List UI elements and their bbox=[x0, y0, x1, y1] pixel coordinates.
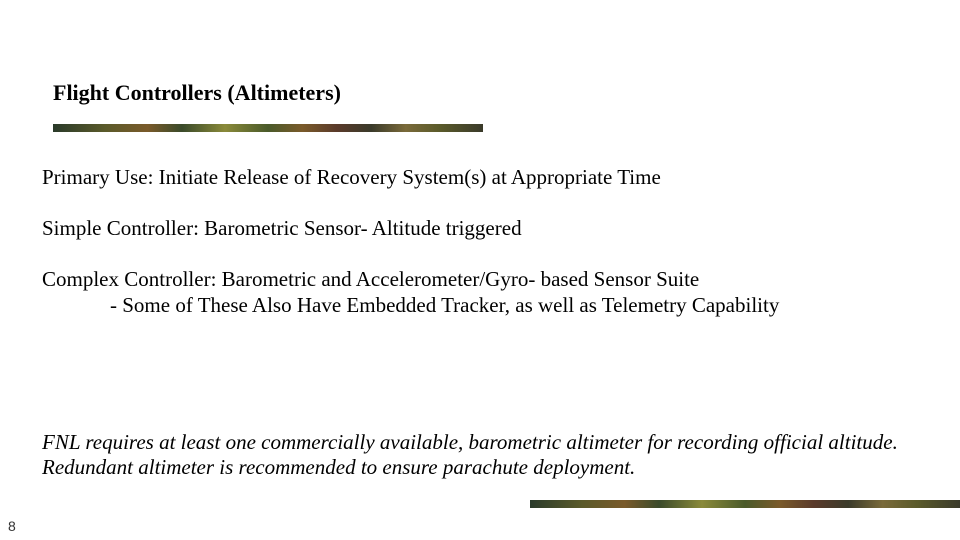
divider-top bbox=[53, 124, 483, 132]
slide: Flight Controllers (Altimeters) Primary … bbox=[0, 0, 960, 540]
primary-use-line: Primary Use: Initiate Release of Recover… bbox=[42, 165, 922, 190]
footnote: FNL requires at least one commercially a… bbox=[42, 430, 922, 480]
divider-bottom bbox=[530, 500, 960, 508]
body-text: Primary Use: Initiate Release of Recover… bbox=[42, 165, 922, 344]
complex-controller-line-2: - Some of These Also Have Embedded Track… bbox=[42, 293, 922, 318]
complex-controller-line-1: Complex Controller: Barometric and Accel… bbox=[42, 267, 922, 292]
simple-controller-line: Simple Controller: Barometric Sensor- Al… bbox=[42, 216, 922, 241]
page-number: 8 bbox=[8, 518, 16, 534]
slide-title: Flight Controllers (Altimeters) bbox=[53, 80, 341, 106]
